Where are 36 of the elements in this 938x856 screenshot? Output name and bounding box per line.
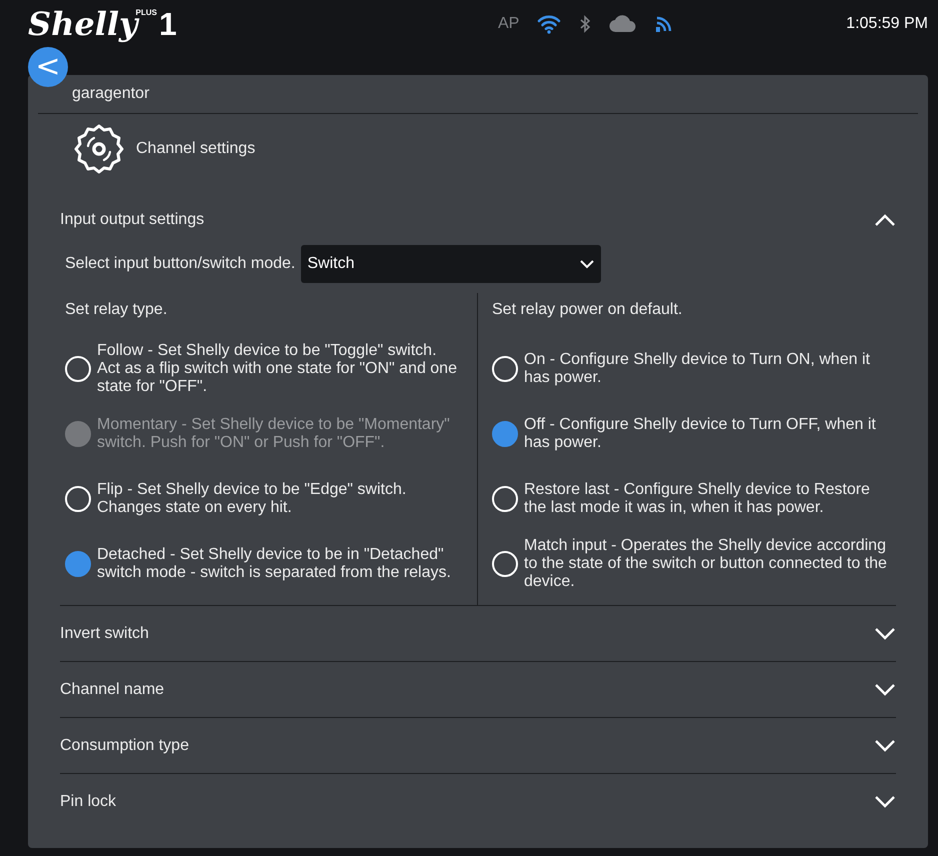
chevron-icon[interactable]: [874, 682, 896, 696]
gear-icon: [72, 122, 126, 176]
ap-label: AP: [498, 15, 520, 33]
option-label: Flip - Set Shelly device to be "Edge" switch. Changes state on every hit.: [97, 481, 408, 517]
column-title: Set relay power on default.: [492, 301, 684, 319]
logo-model: 1: [158, 5, 177, 44]
bluetooth-icon: [579, 15, 592, 33]
chevron-icon[interactable]: [874, 738, 896, 752]
option-label: Restore last - Configure Shelly device to Restore the last mode it was in, when it has power.: [524, 481, 871, 517]
radio-button[interactable]: [65, 551, 91, 577]
page-title: Channel settings: [136, 140, 256, 158]
cloud-icon: [609, 15, 638, 33]
column-title: Set relay type.: [65, 301, 168, 319]
section-title: Invert switch: [60, 624, 149, 642]
option-label: Momentary - Set Shelly device to be "Momentary" switch. Push for "ON" or Push for "OFF".: [97, 416, 451, 452]
chevron-icon[interactable]: [874, 213, 896, 227]
logo-wordmark: Shelly: [28, 4, 138, 44]
chevron-icon[interactable]: [874, 794, 896, 808]
mode-label: Select input button/switch mode.: [65, 255, 296, 273]
option-label: Detached - Set Shelly device to be in "Detached" switch mode - switch is separated from the relays.: [97, 546, 452, 582]
option-label: Match input - Operates the Shelly device according to the state of the switch or button connected to the device.: [524, 537, 888, 591]
signal-icon: [655, 15, 674, 33]
option-label: Follow - Set Shelly device to be "Toggle" switch. Act as a flip switch with one state for "ON" and one state for "OFF".: [97, 342, 458, 396]
clock-time: 1:05:59 PM: [846, 15, 928, 33]
wifi-icon: [537, 14, 562, 34]
section-title: Channel name: [60, 680, 164, 698]
device-name: garagentor: [38, 75, 918, 114]
mode-select[interactable]: Switch: [301, 245, 602, 283]
radio-button[interactable]: [492, 421, 518, 447]
option-label: On - Configure Shelly device to Turn ON, when it has power.: [524, 351, 871, 387]
section-title: Consumption type: [60, 736, 189, 754]
section-title: Pin lock: [60, 792, 116, 810]
chevron-icon[interactable]: [874, 626, 896, 640]
option-label: Off - Configure Shelly device to Turn OFF, when it has power.: [524, 416, 877, 452]
caret-icon: [579, 259, 596, 269]
section-title: Input output settings: [60, 211, 204, 229]
